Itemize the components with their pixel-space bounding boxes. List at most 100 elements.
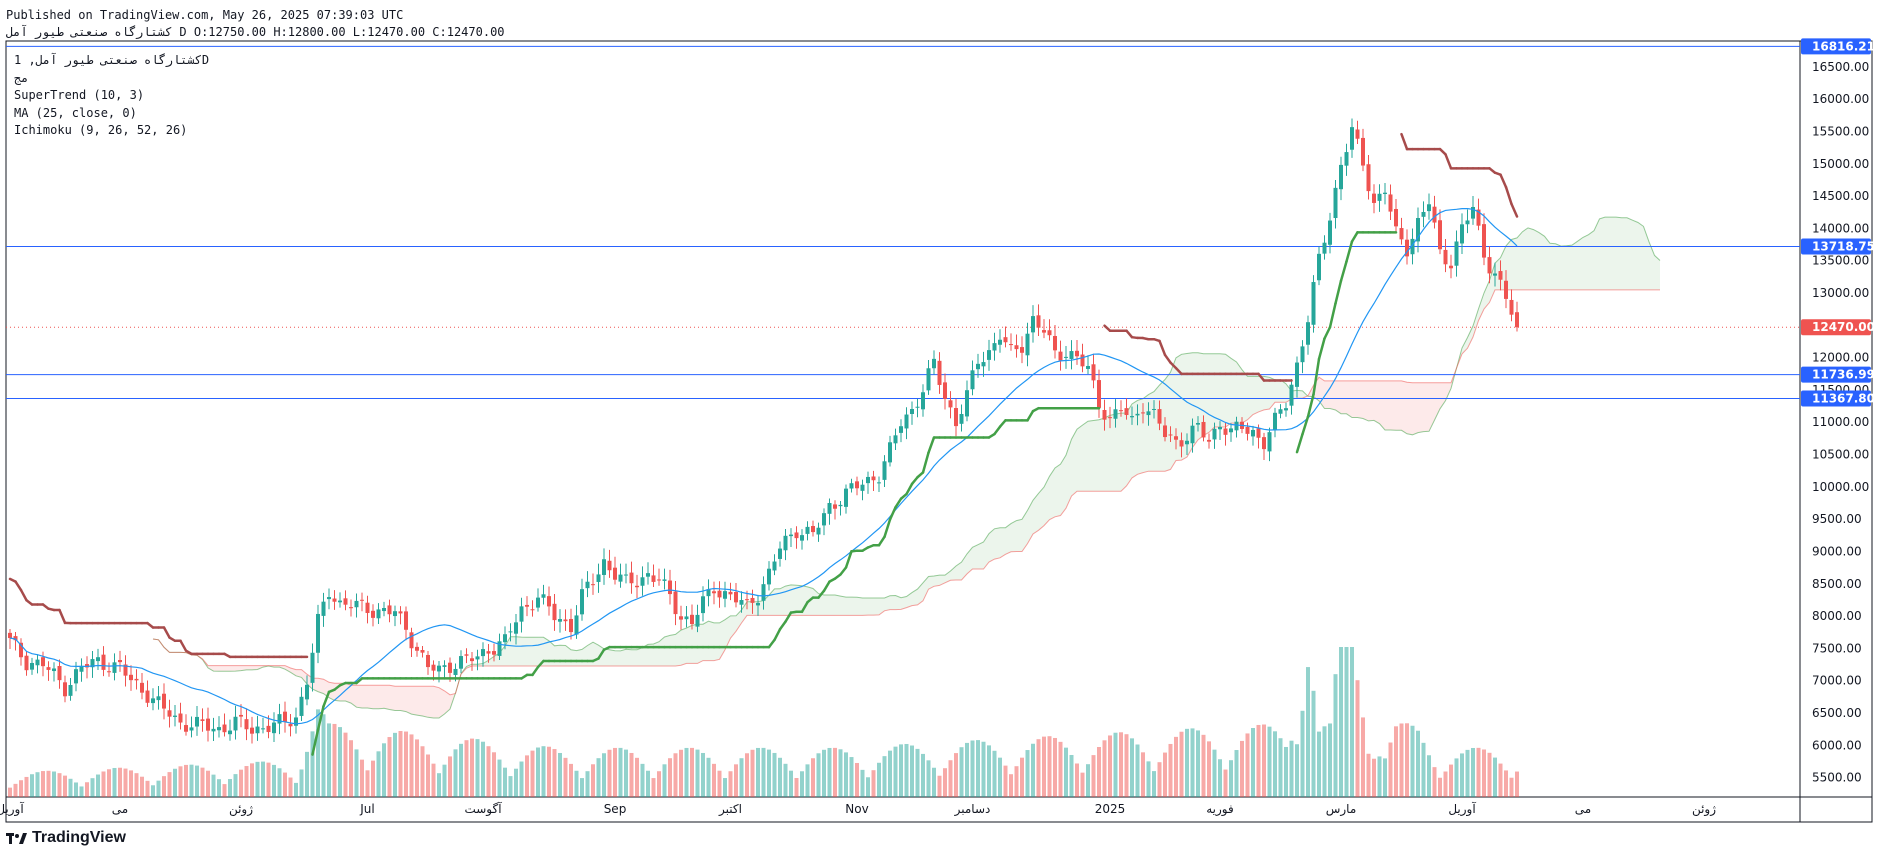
ichimoku-cloud-segment [758, 600, 764, 616]
volume-bar [888, 750, 892, 797]
candle-body [580, 589, 584, 615]
ichimoku-cloud-segment [510, 636, 516, 666]
volume-bar [1196, 730, 1200, 797]
ichimoku-cloud-segment [1005, 523, 1011, 555]
candle-body [514, 622, 518, 634]
price-tick-label: 12000.00 [1812, 351, 1869, 365]
ichimoku-cloud-segment [989, 528, 995, 562]
volume-bar [134, 773, 139, 797]
legend-indicator-supertrend[interactable]: SuperTrend (10, 3) [14, 87, 209, 105]
ichimoku-cloud-segment [692, 624, 698, 664]
volume-bar [1009, 774, 1013, 797]
candle-body [1465, 220, 1470, 225]
ichimoku-cloud-segment [890, 595, 896, 610]
candle-body [794, 532, 799, 539]
candle-body [943, 382, 947, 399]
candle-body [629, 572, 634, 584]
candle-body [8, 632, 12, 639]
candle-body [360, 599, 364, 601]
volume-bar [866, 777, 870, 797]
candle-body [1179, 440, 1184, 447]
volume-bar [321, 714, 326, 797]
candle-body [1168, 434, 1173, 436]
volume-bar [1300, 710, 1305, 797]
candle-body [1218, 426, 1222, 430]
time-tick-label: می [1575, 802, 1591, 816]
candle-body [244, 719, 249, 730]
volume-bar [800, 771, 804, 797]
ichimoku-cloud-segment [219, 665, 225, 672]
candle-body [607, 560, 612, 571]
volume-bar [277, 768, 282, 797]
volume-bar [761, 747, 766, 797]
volume-bar [558, 752, 562, 797]
candle-body [778, 548, 782, 559]
legend-indicator-ichimoku[interactable]: Ichimoku (9, 26, 52, 26) [14, 122, 209, 140]
volume-bar [376, 751, 381, 797]
supertrend-segment [1295, 432, 1304, 454]
ichimoku-cloud-segment [857, 597, 863, 616]
time-tick-label: آوریل [0, 801, 24, 817]
volume-bar [739, 758, 744, 797]
candle-body [321, 601, 326, 616]
volume-bar [233, 774, 238, 797]
time-tick-label: اکتبر [718, 802, 742, 817]
candle-body [574, 615, 579, 635]
candle-body [376, 609, 381, 619]
ichimoku-cloud-segment [527, 637, 533, 666]
volume-bar [1383, 758, 1387, 797]
volume-bar [519, 761, 524, 797]
legend-indicator-ma[interactable]: MA (25, close, 0) [14, 105, 209, 123]
volume-bar [19, 780, 23, 797]
volume-bar [783, 763, 788, 797]
volume-bar [228, 779, 232, 797]
candle-body [569, 618, 573, 633]
ichimoku-cloud-segment [1341, 380, 1347, 414]
volume-bar [1174, 736, 1178, 797]
ichimoku-cloud-segment [1269, 377, 1275, 410]
ichimoku-cloud-segment [769, 588, 775, 616]
supertrend-segment [1499, 173, 1508, 189]
volume-bar [734, 764, 738, 797]
volume-bar [332, 723, 337, 797]
candle-body [46, 667, 51, 670]
candle-body [838, 504, 843, 507]
candle-body [1174, 436, 1178, 440]
price-tick-label: 7500.00 [1812, 641, 1862, 655]
volume-bar [1361, 717, 1365, 797]
supertrend-segment [993, 425, 1002, 436]
volume-bar [503, 767, 507, 797]
volume-bar [1113, 732, 1118, 797]
price-chart[interactable]: 16500.00 16000.00 15500.00 15000.00 14500.00… [0, 0, 1878, 858]
volume-bar [1427, 755, 1431, 797]
candle-body [327, 597, 331, 600]
candle-body [1311, 282, 1316, 325]
volume-bar [1135, 744, 1140, 797]
volume-bar [855, 762, 859, 797]
volume-bar [464, 740, 469, 797]
supertrend-segment [1317, 337, 1326, 361]
candle-body [41, 657, 45, 667]
candle-body [167, 710, 172, 717]
ichimoku-cloud-segment [1412, 382, 1418, 435]
brand[interactable]: TradingView [6, 829, 126, 847]
price-label-text: 11736.99 [1812, 368, 1875, 382]
supertrend-segment [1026, 409, 1035, 422]
volume-bar [255, 761, 260, 797]
volume-bar [96, 774, 100, 797]
volume-bar [1075, 763, 1079, 797]
candle-body [1372, 193, 1376, 203]
volume-bar [1031, 743, 1035, 797]
volume-bar [970, 740, 975, 797]
volume-bar [1014, 766, 1019, 797]
volume-bar [998, 757, 1002, 797]
volume-bar [338, 727, 342, 797]
volume-bar [657, 771, 661, 797]
volume-bar [1042, 736, 1046, 797]
candle-body [684, 616, 689, 620]
ichimoku-cloud-segment [571, 649, 577, 666]
ichimoku-cloud-segment [1071, 429, 1077, 497]
price-tick-label: 13000.00 [1812, 286, 1869, 300]
candle-body [695, 614, 700, 627]
volume-bar [52, 771, 56, 797]
